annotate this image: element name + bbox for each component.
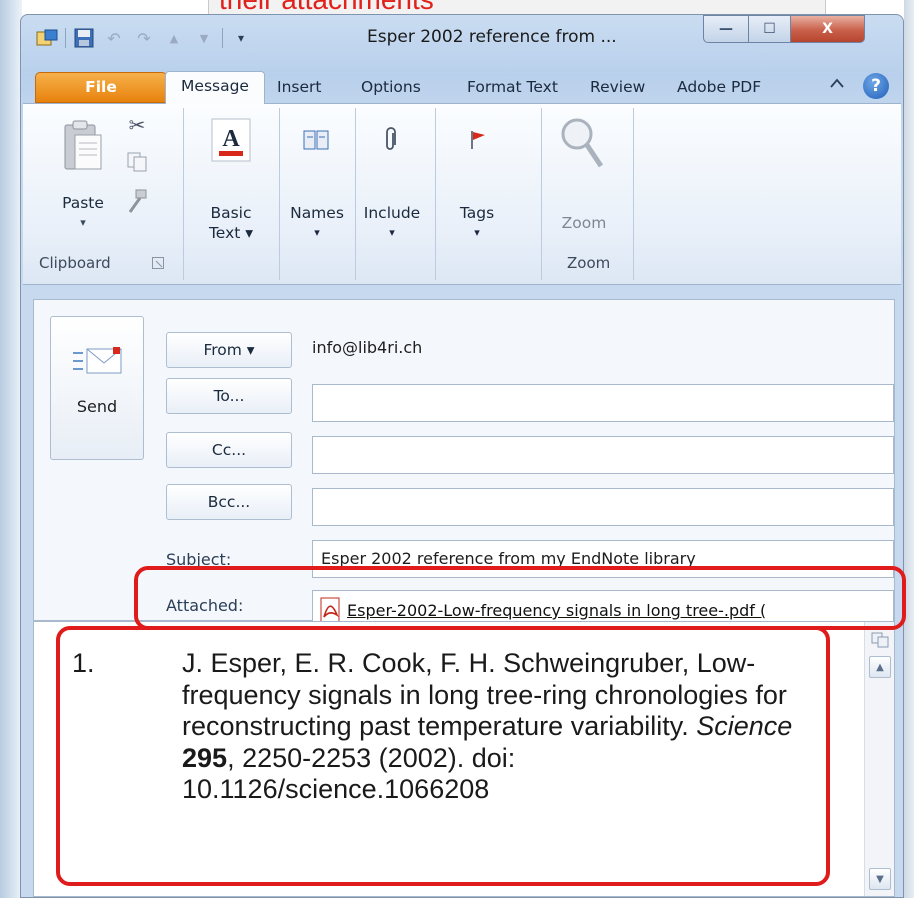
subject-label: Subject:	[166, 550, 232, 569]
background-left	[0, 0, 22, 898]
redo-icon[interactable]: ↷	[132, 26, 156, 50]
basic-text-label-2[interactable]: Text ▾	[193, 224, 269, 242]
basic-text-icon[interactable]: A	[209, 116, 253, 164]
tags-dropdown-icon[interactable]: ▾	[447, 226, 507, 239]
svg-text:A: A	[222, 126, 240, 152]
save-icon[interactable]	[72, 26, 96, 50]
tab-review[interactable]: Review	[590, 73, 645, 103]
maximize-button[interactable]: ☐	[749, 15, 791, 43]
minimize-button[interactable]: —	[703, 15, 749, 43]
cc-button[interactable]: Cc...	[166, 432, 292, 468]
format-painter-icon[interactable]	[123, 186, 151, 216]
address-book-icon[interactable]	[293, 118, 339, 162]
qat-separator	[222, 28, 223, 48]
names-dropdown-icon[interactable]: ▾	[285, 226, 349, 239]
names-button[interactable]: Names	[285, 204, 349, 222]
basic-text-label-1[interactable]: Basic	[193, 204, 269, 222]
title-bar: ↶ ↷ ▲ ▼ ▾ Esper 2002 reference from ... …	[21, 15, 903, 59]
close-button[interactable]: X	[791, 15, 865, 43]
cc-field[interactable]	[312, 436, 894, 474]
background-right	[904, 0, 914, 898]
tab-adobe-pdf[interactable]: Adobe PDF	[677, 73, 761, 103]
paste-icon[interactable]	[61, 118, 105, 174]
message-body[interactable]: 1. J. Esper, E. R. Cook, F. H. Schweingr…	[33, 621, 895, 897]
cut-icon[interactable]: ✂	[123, 112, 151, 138]
subject-field[interactable]: Esper 2002 reference from my EndNote lib…	[312, 540, 894, 578]
attached-label: Attached:	[166, 596, 244, 615]
paste-button[interactable]: Paste	[53, 194, 113, 212]
tags-button[interactable]: Tags	[447, 204, 507, 222]
send-label: Send	[76, 397, 118, 416]
zoom-icon[interactable]	[553, 112, 613, 176]
tab-message[interactable]: Message	[165, 71, 265, 104]
to-field[interactable]	[312, 384, 894, 422]
send-envelope-icon	[71, 345, 125, 379]
ribbon-tabs: File Message Insert Options Format Text …	[21, 69, 903, 104]
outlook-app-icon[interactable]	[35, 26, 59, 50]
tab-file[interactable]: File	[35, 72, 167, 103]
flag-icon[interactable]	[455, 118, 501, 162]
window-controls: — ☐ X	[703, 15, 865, 43]
scroll-down-button[interactable]: ▼	[869, 868, 891, 890]
ribbon-separator	[435, 108, 436, 280]
reference-volume: 295	[182, 742, 228, 773]
ribbon-separator	[183, 108, 184, 280]
paste-dropdown-icon[interactable]: ▾	[53, 216, 113, 229]
reference-pages-doi: , 2250-2253 (2002). doi: 10.1126/science…	[182, 742, 516, 805]
bcc-button[interactable]: Bcc...	[166, 484, 292, 520]
zoom-button[interactable]: Zoom	[549, 214, 619, 232]
up-arrow-icon[interactable]: ▲	[162, 26, 186, 50]
ribbon-separator	[541, 108, 542, 280]
copy-icon[interactable]	[123, 148, 151, 176]
from-button[interactable]: From ▾	[166, 332, 292, 368]
down-arrow-icon[interactable]: ▼	[192, 26, 216, 50]
help-icon[interactable]: ?	[863, 73, 889, 99]
ribbon-separator	[355, 108, 356, 280]
send-button[interactable]: Send	[50, 316, 144, 460]
to-button[interactable]: To...	[166, 378, 292, 414]
quick-access-toolbar: ↶ ↷ ▲ ▼ ▾	[35, 25, 253, 51]
group-label-zoom: Zoom	[567, 254, 611, 272]
message-window: ↶ ↷ ▲ ▼ ▾ Esper 2002 reference from ... …	[20, 14, 904, 898]
paperclip-icon[interactable]	[367, 118, 413, 162]
clipboard-launcher-icon[interactable]	[151, 256, 165, 270]
bcc-field[interactable]	[312, 488, 894, 526]
ribbon-separator	[279, 108, 280, 280]
rules-icon[interactable]	[869, 628, 891, 650]
window-title: Esper 2002 reference from ...	[367, 27, 617, 47]
vertical-scrollbar[interactable]: ▲ ▼	[864, 622, 894, 896]
qat-separator	[65, 28, 66, 48]
collapse-ribbon-icon[interactable]	[829, 75, 845, 93]
compose-header: Send From ▾ info@lib4ri.ch To... Cc... B…	[33, 299, 895, 628]
include-dropdown-icon[interactable]: ▾	[357, 226, 427, 239]
tab-options[interactable]: Options	[361, 73, 421, 103]
undo-icon[interactable]: ↶	[102, 26, 126, 50]
from-value: info@lib4ri.ch	[312, 338, 423, 357]
subject-value: Esper 2002 reference from my EndNote lib…	[321, 549, 696, 568]
ribbon-separator	[633, 108, 634, 280]
reference-journal: Science	[696, 711, 793, 741]
tab-format-text[interactable]: Format Text	[467, 73, 558, 103]
customize-qat-icon[interactable]: ▾	[229, 26, 253, 50]
tab-insert[interactable]: Insert	[277, 73, 321, 103]
group-label-clipboard: Clipboard	[39, 254, 111, 272]
reference-text: J. Esper, E. R. Cook, F. H. Schweingrube…	[182, 648, 802, 806]
include-button[interactable]: Include	[357, 204, 427, 222]
ribbon: Paste ▾ ✂ Clipboard A Basic Text ▾ Names…	[23, 103, 901, 285]
attachment-filename[interactable]: Esper-2002-Low-frequency signals in long…	[347, 601, 766, 620]
pdf-icon	[319, 597, 343, 623]
scroll-up-button[interactable]: ▲	[869, 656, 891, 678]
reference-number: 1.	[72, 648, 95, 678]
